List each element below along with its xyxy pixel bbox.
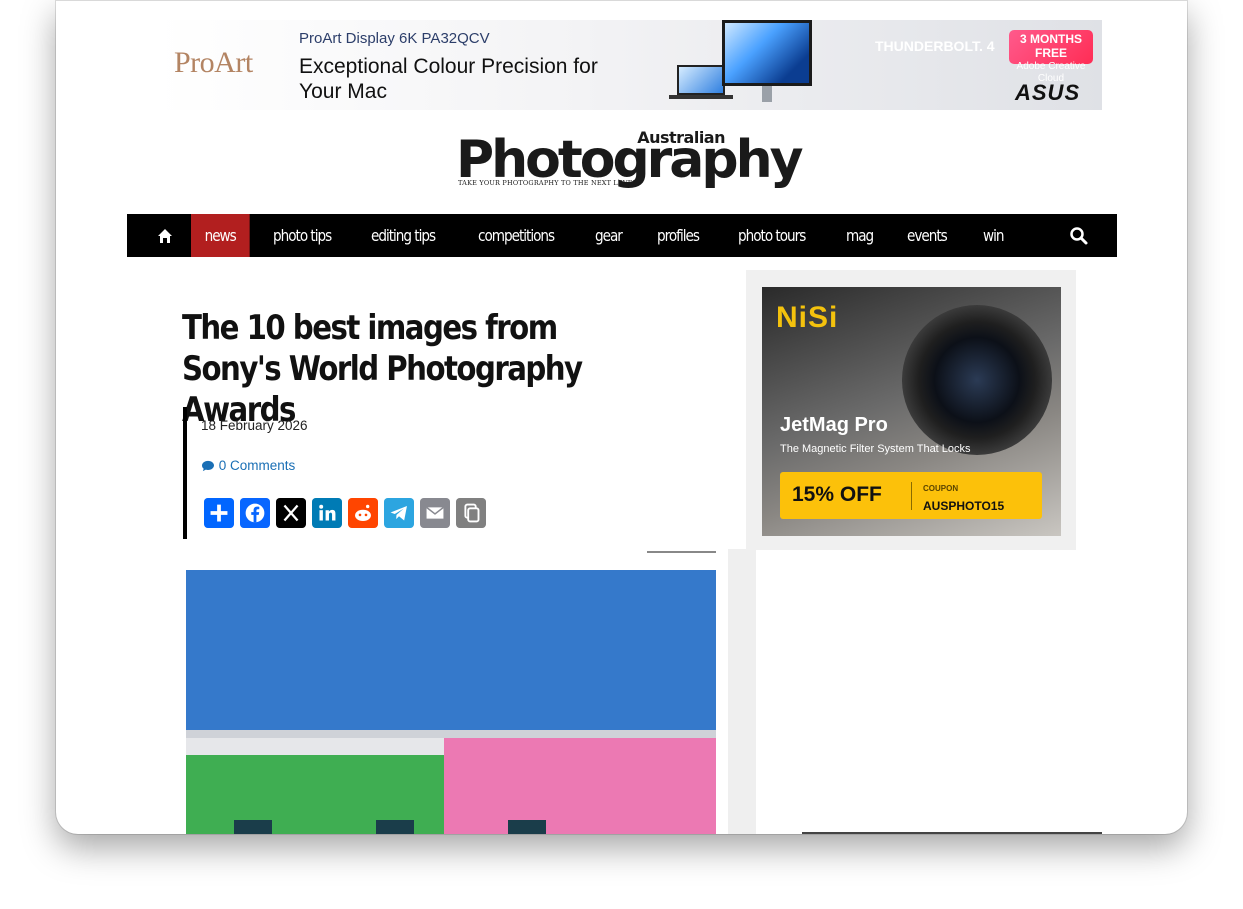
email-icon (420, 498, 450, 528)
article-title: The 10 best images from Sony's World Pho… (182, 308, 583, 430)
ad-maker-logo: ASUS (1015, 80, 1081, 105)
home-icon[interactable] (149, 226, 181, 246)
coupon-separator (911, 482, 912, 510)
laptop-base-image (669, 95, 733, 99)
linkedin-share-button[interactable] (311, 497, 343, 529)
ad-model: ProArt Display 6K PA32QCV (299, 30, 490, 47)
monitor-image (722, 20, 812, 86)
window-shape (234, 820, 272, 834)
offer-badge: 3 MONTHS FREE Adobe Creative Cloud (1009, 30, 1093, 84)
thunderbolt-badge: THUNDERBOLT. 4 (875, 38, 995, 54)
nav-item-competitions[interactable]: competitions (478, 214, 555, 257)
nav-item-win[interactable]: win (983, 214, 1004, 257)
nav-item-photo-tips[interactable]: photo tips (273, 214, 332, 257)
main-nav: news photo tips editing tips competition… (127, 214, 1117, 257)
top-border (56, 0, 1187, 1)
nav-item-photo-tours[interactable]: photo tours (738, 214, 806, 257)
site-logo[interactable]: Australian Photography TAKE YOUR PHOTOGR… (456, 128, 804, 194)
nav-item-gear[interactable]: gear (595, 214, 623, 257)
share-plus-icon (204, 498, 234, 528)
linkedin-icon (312, 498, 342, 528)
meta-bar (183, 407, 187, 539)
nav-item-mag[interactable]: mag (846, 214, 874, 257)
laptop-image (677, 65, 725, 95)
nav-item-profiles[interactable]: profiles (657, 214, 700, 257)
nav-item-news[interactable]: news (191, 214, 250, 257)
facebook-share-button[interactable] (239, 497, 271, 529)
nav-item-events[interactable]: events (907, 214, 948, 257)
sidebar-bottom-line (802, 832, 1102, 834)
ad-product-name: JetMag Pro (780, 414, 888, 436)
ad-brand: ProArt (174, 46, 253, 79)
link-icon (456, 498, 486, 528)
telegram-icon (384, 498, 414, 528)
share-bar (203, 497, 487, 529)
roof-edge (186, 730, 716, 738)
coupon-code: AUSPHOTO15 (923, 499, 1005, 513)
top-banner-ad[interactable]: ProArt ProArt Display 6K PA32QCV Excepti… (157, 20, 1102, 110)
window-shape (508, 820, 546, 834)
email-share-button[interactable] (419, 497, 451, 529)
offer-months: 3 MONTHS FREE (1019, 32, 1082, 60)
featured-photo[interactable] (186, 570, 716, 834)
share-button[interactable] (203, 497, 235, 529)
comments-icon (202, 460, 214, 472)
x-icon (276, 498, 306, 528)
content-gutter (728, 549, 756, 834)
browser-window: ProArt ProArt Display 6K PA32QCV Excepti… (56, 0, 1187, 834)
article-date: 18 February 2026 (201, 418, 308, 433)
window-shape (376, 820, 414, 834)
logo-tagline: TAKE YOUR PHOTOGRAPHY TO THE NEXT LEVEL (458, 179, 638, 187)
section-divider (647, 551, 716, 553)
x-share-button[interactable] (275, 497, 307, 529)
ad-headline: Exceptional Colour Precision for Your Ma… (299, 55, 598, 103)
reddit-share-button[interactable] (347, 497, 379, 529)
comments-link[interactable]: 0 Comments (201, 458, 295, 473)
facebook-icon (240, 498, 270, 528)
telegram-share-button[interactable] (383, 497, 415, 529)
lens-image (902, 305, 1052, 455)
coupon-label: COUPON (923, 484, 959, 493)
pink-house-wall (444, 732, 716, 834)
sidebar-ad[interactable]: NiSi JetMag Pro The Magnetic Filter Syst… (762, 287, 1061, 536)
coupon-box[interactable]: 15% OFF COUPON AUSPHOTO15 (780, 472, 1042, 519)
ad-nisi-logo: NiSi (776, 301, 839, 334)
comments-count: 0 Comments (218, 458, 296, 473)
nav-item-editing-tips[interactable]: editing tips (371, 214, 436, 257)
search-icon[interactable] (1069, 226, 1089, 246)
reddit-icon (348, 498, 378, 528)
ad-product-tagline: The Magnetic Filter System That Locks (780, 443, 971, 455)
monitor-stand-image (762, 86, 772, 102)
copy-link-button[interactable] (455, 497, 487, 529)
discount-text: 15% OFF (792, 483, 882, 506)
